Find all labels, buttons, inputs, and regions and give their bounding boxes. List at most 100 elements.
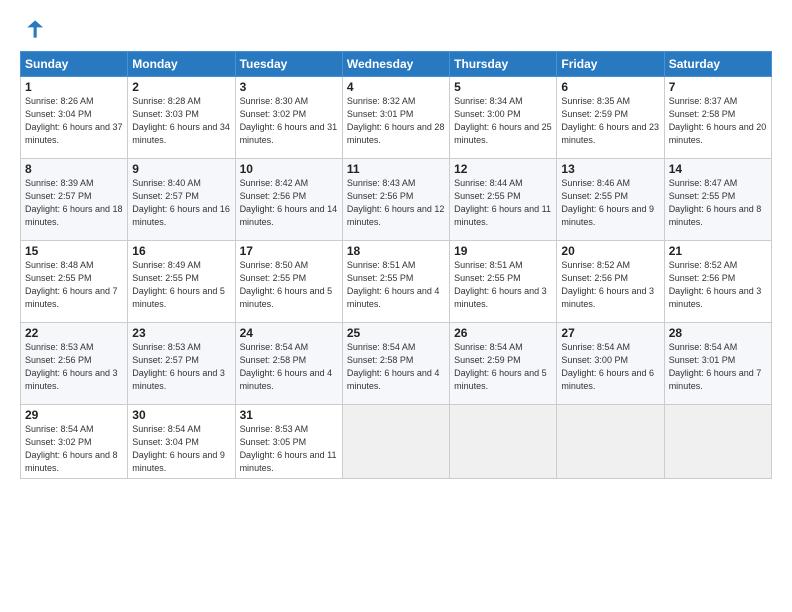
calendar-week-row: 8Sunrise: 8:39 AMSunset: 2:57 PMDaylight… [21, 159, 772, 241]
calendar-cell: 20Sunrise: 8:52 AMSunset: 2:56 PMDayligh… [557, 241, 664, 323]
cell-content: Sunrise: 8:54 AMSunset: 3:04 PMDaylight:… [132, 423, 230, 475]
cell-content: Sunrise: 8:46 AMSunset: 2:55 PMDaylight:… [561, 177, 659, 229]
day-number: 11 [347, 162, 445, 176]
weekday-header: Wednesday [342, 52, 449, 77]
cell-content: Sunrise: 8:53 AMSunset: 2:56 PMDaylight:… [25, 341, 123, 393]
day-number: 31 [240, 408, 338, 422]
calendar-cell: 9Sunrise: 8:40 AMSunset: 2:57 PMDaylight… [128, 159, 235, 241]
calendar-cell: 8Sunrise: 8:39 AMSunset: 2:57 PMDaylight… [21, 159, 128, 241]
cell-content: Sunrise: 8:52 AMSunset: 2:56 PMDaylight:… [669, 259, 767, 311]
calendar-cell: 26Sunrise: 8:54 AMSunset: 2:59 PMDayligh… [450, 323, 557, 405]
cell-content: Sunrise: 8:51 AMSunset: 2:55 PMDaylight:… [347, 259, 445, 311]
cell-content: Sunrise: 8:52 AMSunset: 2:56 PMDaylight:… [561, 259, 659, 311]
calendar-cell: 31Sunrise: 8:53 AMSunset: 3:05 PMDayligh… [235, 405, 342, 479]
calendar-cell: 7Sunrise: 8:37 AMSunset: 2:58 PMDaylight… [664, 77, 771, 159]
day-number: 21 [669, 244, 767, 258]
calendar-cell [557, 405, 664, 479]
day-number: 13 [561, 162, 659, 176]
day-number: 20 [561, 244, 659, 258]
cell-content: Sunrise: 8:28 AMSunset: 3:03 PMDaylight:… [132, 95, 230, 147]
weekday-header: Friday [557, 52, 664, 77]
cell-content: Sunrise: 8:54 AMSunset: 3:00 PMDaylight:… [561, 341, 659, 393]
day-number: 7 [669, 80, 767, 94]
cell-content: Sunrise: 8:48 AMSunset: 2:55 PMDaylight:… [25, 259, 123, 311]
weekday-header: Sunday [21, 52, 128, 77]
day-number: 4 [347, 80, 445, 94]
calendar-cell: 30Sunrise: 8:54 AMSunset: 3:04 PMDayligh… [128, 405, 235, 479]
cell-content: Sunrise: 8:34 AMSunset: 3:00 PMDaylight:… [454, 95, 552, 147]
calendar-cell [664, 405, 771, 479]
calendar-cell: 23Sunrise: 8:53 AMSunset: 2:57 PMDayligh… [128, 323, 235, 405]
day-number: 1 [25, 80, 123, 94]
cell-content: Sunrise: 8:42 AMSunset: 2:56 PMDaylight:… [240, 177, 338, 229]
day-number: 30 [132, 408, 230, 422]
calendar-week-row: 15Sunrise: 8:48 AMSunset: 2:55 PMDayligh… [21, 241, 772, 323]
calendar-cell: 17Sunrise: 8:50 AMSunset: 2:55 PMDayligh… [235, 241, 342, 323]
day-number: 16 [132, 244, 230, 258]
calendar-cell: 24Sunrise: 8:54 AMSunset: 2:58 PMDayligh… [235, 323, 342, 405]
calendar-cell: 19Sunrise: 8:51 AMSunset: 2:55 PMDayligh… [450, 241, 557, 323]
cell-content: Sunrise: 8:37 AMSunset: 2:58 PMDaylight:… [669, 95, 767, 147]
calendar-cell: 15Sunrise: 8:48 AMSunset: 2:55 PMDayligh… [21, 241, 128, 323]
cell-content: Sunrise: 8:40 AMSunset: 2:57 PMDaylight:… [132, 177, 230, 229]
calendar-week-row: 22Sunrise: 8:53 AMSunset: 2:56 PMDayligh… [21, 323, 772, 405]
header [20, 18, 772, 45]
cell-content: Sunrise: 8:54 AMSunset: 2:58 PMDaylight:… [240, 341, 338, 393]
cell-content: Sunrise: 8:54 AMSunset: 2:59 PMDaylight:… [454, 341, 552, 393]
calendar-page: SundayMondayTuesdayWednesdayThursdayFrid… [0, 0, 792, 612]
day-number: 18 [347, 244, 445, 258]
day-number: 2 [132, 80, 230, 94]
cell-content: Sunrise: 8:54 AMSunset: 2:58 PMDaylight:… [347, 341, 445, 393]
day-number: 3 [240, 80, 338, 94]
day-number: 15 [25, 244, 123, 258]
calendar-cell: 22Sunrise: 8:53 AMSunset: 2:56 PMDayligh… [21, 323, 128, 405]
calendar-header-row: SundayMondayTuesdayWednesdayThursdayFrid… [21, 52, 772, 77]
calendar-cell: 2Sunrise: 8:28 AMSunset: 3:03 PMDaylight… [128, 77, 235, 159]
day-number: 5 [454, 80, 552, 94]
calendar-cell: 21Sunrise: 8:52 AMSunset: 2:56 PMDayligh… [664, 241, 771, 323]
day-number: 10 [240, 162, 338, 176]
logo [20, 18, 45, 45]
calendar-cell: 28Sunrise: 8:54 AMSunset: 3:01 PMDayligh… [664, 323, 771, 405]
calendar-cell: 1Sunrise: 8:26 AMSunset: 3:04 PMDaylight… [21, 77, 128, 159]
day-number: 17 [240, 244, 338, 258]
cell-content: Sunrise: 8:35 AMSunset: 2:59 PMDaylight:… [561, 95, 659, 147]
calendar-cell: 14Sunrise: 8:47 AMSunset: 2:55 PMDayligh… [664, 159, 771, 241]
day-number: 24 [240, 326, 338, 340]
calendar-cell: 6Sunrise: 8:35 AMSunset: 2:59 PMDaylight… [557, 77, 664, 159]
cell-content: Sunrise: 8:47 AMSunset: 2:55 PMDaylight:… [669, 177, 767, 229]
logo-icon [21, 18, 43, 40]
weekday-header: Tuesday [235, 52, 342, 77]
calendar-cell [342, 405, 449, 479]
cell-content: Sunrise: 8:50 AMSunset: 2:55 PMDaylight:… [240, 259, 338, 311]
day-number: 8 [25, 162, 123, 176]
calendar-cell: 11Sunrise: 8:43 AMSunset: 2:56 PMDayligh… [342, 159, 449, 241]
cell-content: Sunrise: 8:44 AMSunset: 2:55 PMDaylight:… [454, 177, 552, 229]
calendar-cell: 13Sunrise: 8:46 AMSunset: 2:55 PMDayligh… [557, 159, 664, 241]
cell-content: Sunrise: 8:39 AMSunset: 2:57 PMDaylight:… [25, 177, 123, 229]
cell-content: Sunrise: 8:43 AMSunset: 2:56 PMDaylight:… [347, 177, 445, 229]
weekday-header: Thursday [450, 52, 557, 77]
calendar-week-row: 1Sunrise: 8:26 AMSunset: 3:04 PMDaylight… [21, 77, 772, 159]
weekday-header: Saturday [664, 52, 771, 77]
calendar-table: SundayMondayTuesdayWednesdayThursdayFrid… [20, 51, 772, 479]
calendar-cell: 4Sunrise: 8:32 AMSunset: 3:01 PMDaylight… [342, 77, 449, 159]
calendar-week-row: 29Sunrise: 8:54 AMSunset: 3:02 PMDayligh… [21, 405, 772, 479]
calendar-cell: 16Sunrise: 8:49 AMSunset: 2:55 PMDayligh… [128, 241, 235, 323]
day-number: 26 [454, 326, 552, 340]
cell-content: Sunrise: 8:32 AMSunset: 3:01 PMDaylight:… [347, 95, 445, 147]
cell-content: Sunrise: 8:53 AMSunset: 3:05 PMDaylight:… [240, 423, 338, 475]
calendar-cell: 5Sunrise: 8:34 AMSunset: 3:00 PMDaylight… [450, 77, 557, 159]
calendar-cell: 10Sunrise: 8:42 AMSunset: 2:56 PMDayligh… [235, 159, 342, 241]
calendar-cell: 12Sunrise: 8:44 AMSunset: 2:55 PMDayligh… [450, 159, 557, 241]
day-number: 12 [454, 162, 552, 176]
cell-content: Sunrise: 8:54 AMSunset: 3:02 PMDaylight:… [25, 423, 123, 475]
day-number: 28 [669, 326, 767, 340]
calendar-cell: 3Sunrise: 8:30 AMSunset: 3:02 PMDaylight… [235, 77, 342, 159]
day-number: 29 [25, 408, 123, 422]
cell-content: Sunrise: 8:53 AMSunset: 2:57 PMDaylight:… [132, 341, 230, 393]
calendar-cell: 18Sunrise: 8:51 AMSunset: 2:55 PMDayligh… [342, 241, 449, 323]
cell-content: Sunrise: 8:30 AMSunset: 3:02 PMDaylight:… [240, 95, 338, 147]
cell-content: Sunrise: 8:51 AMSunset: 2:55 PMDaylight:… [454, 259, 552, 311]
day-number: 14 [669, 162, 767, 176]
